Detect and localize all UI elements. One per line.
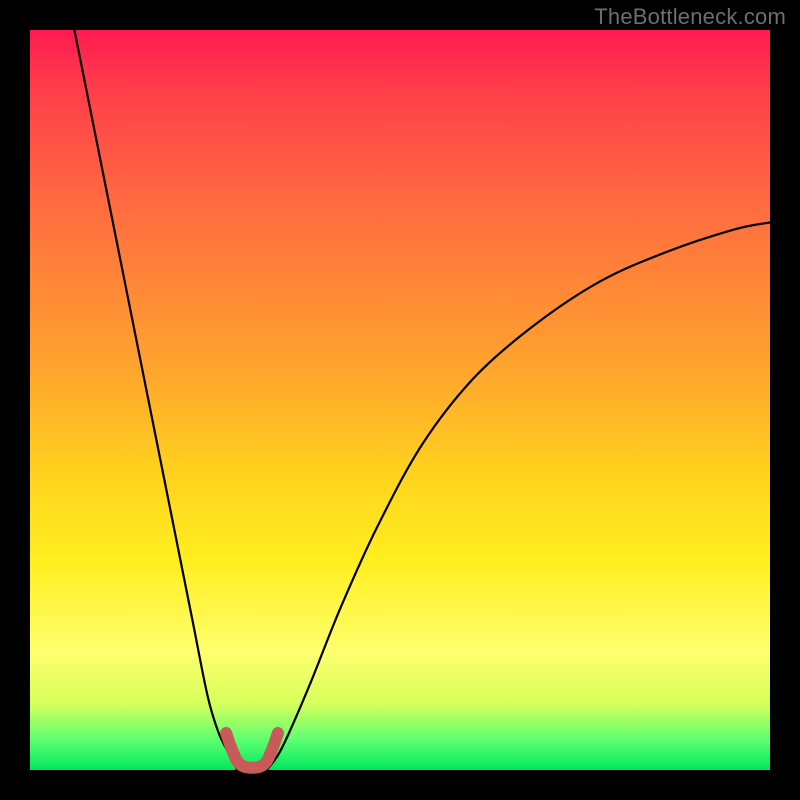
chart-frame: TheBottleneck.com	[0, 0, 800, 800]
left-curve	[74, 30, 237, 770]
watermark-text: TheBottleneck.com	[594, 4, 786, 30]
marker-u	[226, 733, 278, 768]
right-curve	[267, 222, 770, 770]
curves-svg	[30, 30, 770, 770]
plot-area	[30, 30, 770, 770]
